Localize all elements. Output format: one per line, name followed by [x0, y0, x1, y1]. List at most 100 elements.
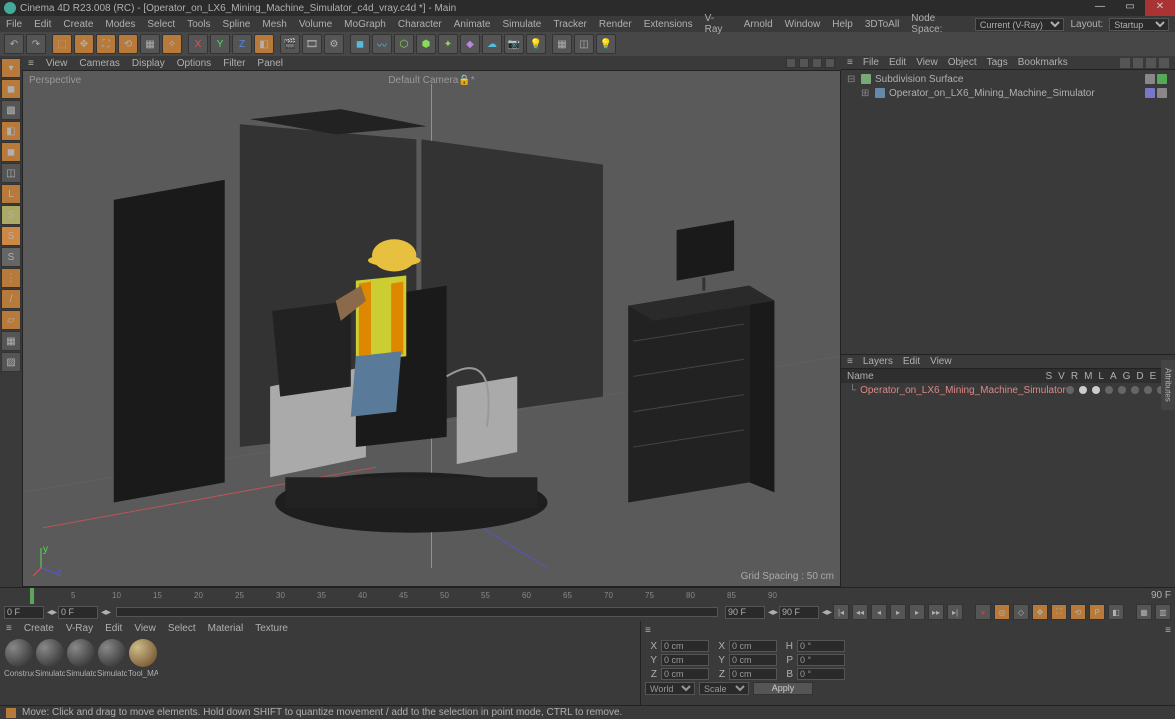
- layer-toggle[interactable]: [1144, 386, 1152, 394]
- layer-toggle[interactable]: [1118, 386, 1126, 394]
- layer-toggle[interactable]: [1131, 386, 1139, 394]
- place-tool[interactable]: ✧: [162, 34, 182, 54]
- move-tool[interactable]: ✥: [74, 34, 94, 54]
- select-tool[interactable]: ⬚: [52, 34, 72, 54]
- frame-end-input[interactable]: [779, 606, 819, 619]
- redo-button[interactable]: ↷: [26, 34, 46, 54]
- material-item[interactable]: Simulatc: [97, 639, 127, 701]
- menu-vray[interactable]: V-Ray: [705, 13, 732, 35]
- generator-button[interactable]: ⬡: [394, 34, 414, 54]
- vis-tag-icon[interactable]: [1157, 88, 1167, 98]
- x-axis-toggle[interactable]: X: [188, 34, 208, 54]
- make-editable-button[interactable]: ▾: [1, 58, 21, 78]
- obj-menu-view[interactable]: View: [916, 57, 938, 68]
- edge-mode-button[interactable]: /: [1, 289, 21, 309]
- poly-mode-button[interactable]: ▱: [1, 310, 21, 330]
- timeline-opts2-button[interactable]: ▥: [1155, 604, 1171, 620]
- rotate-tool[interactable]: ⟲: [118, 34, 138, 54]
- play-button[interactable]: ▸: [890, 604, 906, 620]
- mat-menu-edit[interactable]: Edit: [105, 623, 122, 634]
- x-pos-input[interactable]: [661, 640, 709, 652]
- render-view-button[interactable]: 🎬: [280, 34, 300, 54]
- y-size-input[interactable]: [729, 654, 777, 666]
- menu-select[interactable]: Select: [147, 19, 175, 30]
- vp-menu-view[interactable]: View: [46, 58, 68, 69]
- key-scale-button[interactable]: ⛶: [1051, 604, 1067, 620]
- hamburger-icon[interactable]: ≡: [28, 58, 34, 69]
- light-button[interactable]: 💡: [526, 34, 546, 54]
- node-space-select[interactable]: Current (V-Ray): [975, 18, 1065, 31]
- mat-menu-vray[interactable]: V-Ray: [66, 623, 93, 634]
- object-manager[interactable]: ⊟ Subdivision Surface ⊞ Operator_on_LX6_…: [841, 70, 1175, 354]
- mat-menu-select[interactable]: Select: [168, 623, 196, 634]
- camera-button[interactable]: 📷: [504, 34, 524, 54]
- obj-menu-file[interactable]: File: [863, 57, 879, 68]
- menu-3dtoall[interactable]: 3DToAll: [865, 19, 899, 30]
- obj-menu-edit[interactable]: Edit: [889, 57, 906, 68]
- point-mode-button[interactable]: ⋮: [1, 268, 21, 288]
- coordinate-system-button[interactable]: ◧: [254, 34, 274, 54]
- object-mode-button[interactable]: ◼: [1, 142, 21, 162]
- tag-icon[interactable]: [1157, 74, 1167, 84]
- grid1-button[interactable]: ▦: [552, 34, 572, 54]
- obj-menu-bookmarks[interactable]: Bookmarks: [1018, 57, 1068, 68]
- z-pos-input[interactable]: [661, 668, 709, 680]
- coord-mode-select[interactable]: World: [645, 682, 695, 695]
- bulb-button[interactable]: 💡: [596, 34, 616, 54]
- render-picture-button[interactable]: 🎞: [302, 34, 322, 54]
- l-mode-button[interactable]: L: [1, 184, 21, 204]
- autokey-button[interactable]: ◎: [994, 604, 1010, 620]
- layer-toggle[interactable]: [1105, 386, 1113, 394]
- render-settings-button[interactable]: ⚙: [324, 34, 344, 54]
- minimize-button[interactable]: —: [1085, 0, 1115, 16]
- frame-current-input[interactable]: [58, 606, 98, 619]
- key-selection-button[interactable]: ◇: [1013, 604, 1029, 620]
- vp-menu-cameras[interactable]: Cameras: [79, 58, 120, 69]
- expand-icon[interactable]: └: [849, 385, 856, 396]
- layer-row[interactable]: └ Operator_on_LX6_Mining_Machine_Simulat…: [841, 383, 1175, 397]
- recent-tool[interactable]: ▦: [140, 34, 160, 54]
- mat-menu-create[interactable]: Create: [24, 623, 54, 634]
- menu-animate[interactable]: Animate: [454, 19, 491, 30]
- layer-toggle[interactable]: [1092, 386, 1100, 394]
- object-name[interactable]: Operator_on_LX6_Mining_Machine_Simulator: [889, 88, 1095, 99]
- viewport-3d[interactable]: Perspective Default Camera🔒* Grid Spacin…: [22, 70, 841, 587]
- mat-menu-texture[interactable]: Texture: [255, 623, 288, 634]
- material-item[interactable]: Simulatc: [66, 639, 96, 701]
- layer-name[interactable]: Operator_on_LX6_Mining_Machine_Simulator: [860, 385, 1066, 396]
- menu-extensions[interactable]: Extensions: [644, 19, 693, 30]
- tree-row-subdivision[interactable]: ⊟ Subdivision Surface: [843, 72, 1173, 86]
- scale-tool[interactable]: ⛶: [96, 34, 116, 54]
- deformer-button[interactable]: ◆: [460, 34, 480, 54]
- vp-menu-filter[interactable]: Filter: [223, 58, 245, 69]
- model-mode-button[interactable]: ◼: [1, 79, 21, 99]
- menu-create[interactable]: Create: [63, 19, 93, 30]
- layers-menu-edit[interactable]: Edit: [903, 356, 920, 367]
- generator2-button[interactable]: ⬢: [416, 34, 436, 54]
- layers-menu-view[interactable]: View: [930, 356, 952, 367]
- hamburger-icon[interactable]: ≡: [847, 356, 853, 367]
- mat-menu-material[interactable]: Material: [208, 623, 244, 634]
- vp-nav1-icon[interactable]: [786, 58, 796, 68]
- goto-start-button[interactable]: |◂: [833, 604, 849, 620]
- menu-tools[interactable]: Tools: [187, 19, 210, 30]
- menu-file[interactable]: File: [6, 19, 22, 30]
- workplane-button[interactable]: ◧: [1, 121, 21, 141]
- menu-help[interactable]: Help: [832, 19, 853, 30]
- z-size-input[interactable]: [729, 668, 777, 680]
- s1-button[interactable]: S: [1, 205, 21, 225]
- timeline-slider[interactable]: [116, 607, 718, 617]
- layout-select[interactable]: Startup: [1109, 18, 1169, 31]
- size-mode-select[interactable]: Scale: [699, 682, 749, 695]
- key-param-button[interactable]: P: [1089, 604, 1105, 620]
- vp-nav2-icon[interactable]: [799, 58, 809, 68]
- environment-button[interactable]: ☁: [482, 34, 502, 54]
- menu-spline[interactable]: Spline: [223, 19, 251, 30]
- s3-button[interactable]: S: [1, 247, 21, 267]
- layer-tag-icon[interactable]: [1145, 88, 1155, 98]
- obj-menu-tags[interactable]: Tags: [987, 57, 1008, 68]
- hamburger-icon[interactable]: ≡: [1165, 625, 1171, 639]
- x-size-input[interactable]: [729, 640, 777, 652]
- texture-mode-button[interactable]: ▩: [1, 100, 21, 120]
- vp-nav3-icon[interactable]: [812, 58, 822, 68]
